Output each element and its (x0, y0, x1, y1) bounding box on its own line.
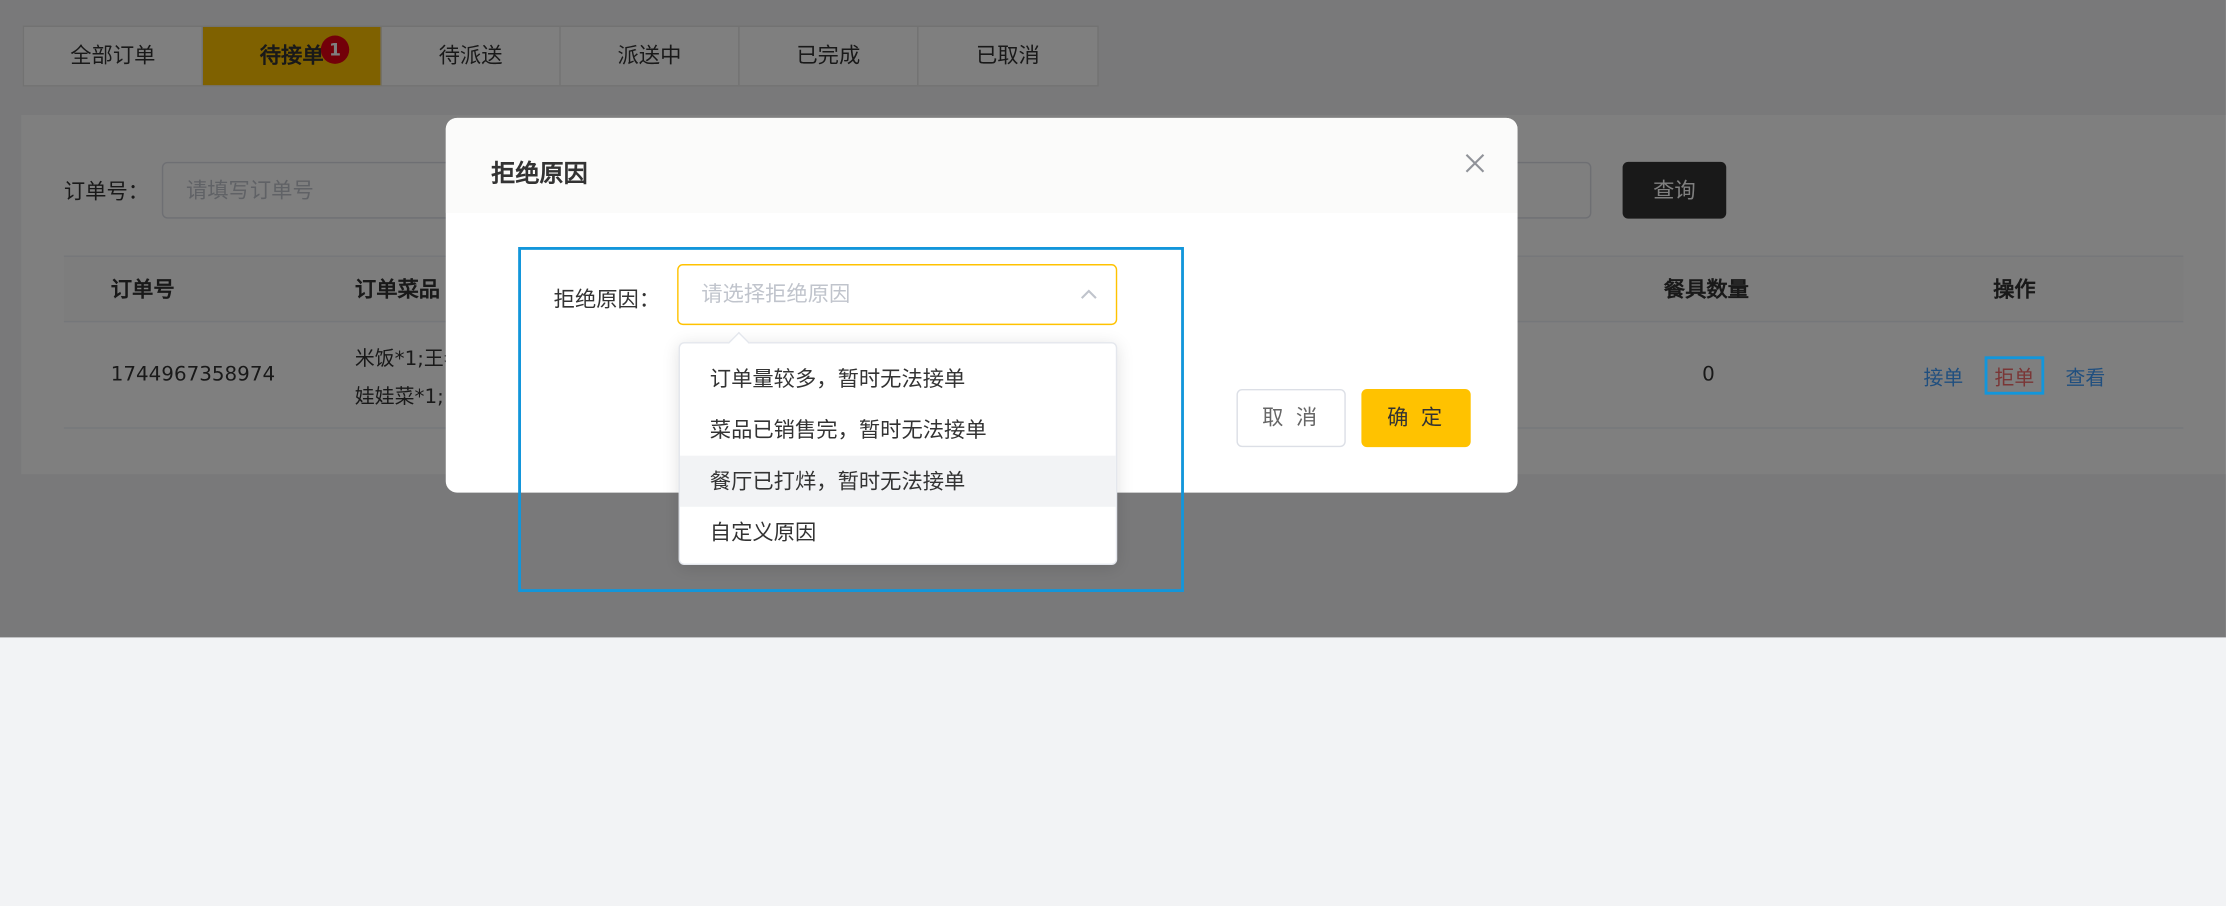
dialog-title: 拒绝原因 (491, 160, 588, 189)
page: 全部订单 待接单 待派送 派送中 已完成 已取消 1 订单号： 请填写订单号 查… (0, 0, 2226, 906)
close-icon[interactable] (1462, 150, 1488, 176)
confirm-button[interactable]: 确 定 (1361, 388, 1471, 448)
dialog-header: 拒绝原因 (445, 117, 1518, 213)
annotation-highlight-box (518, 247, 1184, 592)
annotation-highlight-reject (1984, 356, 2045, 395)
cancel-button[interactable]: 取 消 (1236, 388, 1346, 448)
